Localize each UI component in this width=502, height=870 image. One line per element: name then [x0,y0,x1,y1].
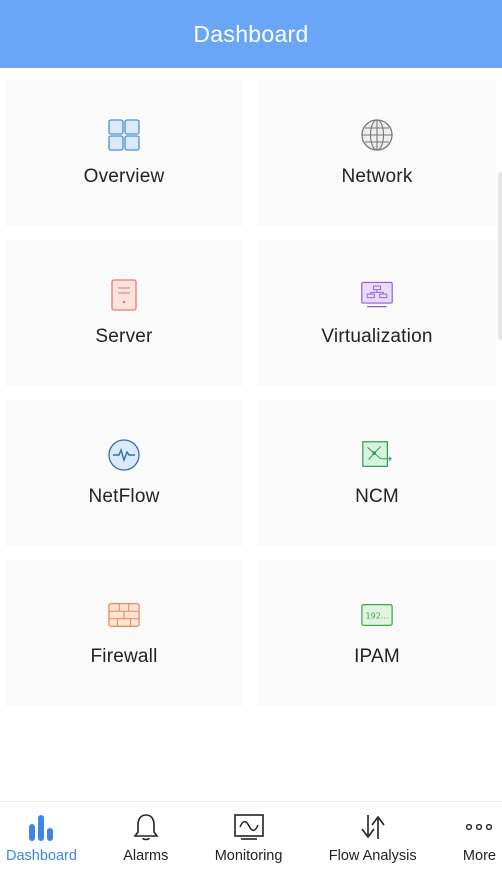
virtualization-icon [360,278,394,312]
tab-label: Flow Analysis [328,848,417,864]
tile-label: Overview [83,166,165,187]
tile-network[interactable]: Network [258,80,496,226]
tab-more[interactable]: More [463,802,496,870]
ncm-config-icon [360,438,394,472]
tab-label: Dashboard [6,848,77,864]
tile-overview[interactable]: Overview [5,80,243,226]
tab-alarms[interactable]: Alarms [123,802,168,870]
bar-chart-icon [25,812,57,842]
netflow-pulse-icon [107,438,141,472]
monitor-icon [233,812,265,842]
tile-ipam[interactable]: 192... IPAM [258,560,496,706]
page-title: Dashboard [193,20,309,47]
tile-netflow[interactable]: NetFlow [5,400,243,546]
tile-label: IPAM [354,646,400,667]
flow-arrows-icon [357,812,389,842]
tile-label: NCM [355,486,399,507]
tab-label: Alarms [123,848,169,864]
tab-label: More [462,848,496,864]
tab-monitoring[interactable]: Monitoring [214,802,283,870]
globe-icon [360,118,394,152]
ipam-icon: 192... [360,598,394,632]
module-grid: Overview Network Server Virtualization N… [5,80,497,706]
firewall-brick-icon [107,598,141,632]
tab-dashboard[interactable]: Dashboard [6,802,77,870]
overview-grid-icon [107,118,141,152]
tile-label: Network [341,166,413,187]
scrollbar[interactable] [498,172,502,340]
tile-virtualization[interactable]: Virtualization [258,240,496,386]
more-dots-icon [463,812,495,842]
ipam-icon-text: 192... [366,611,389,620]
bottom-tab-bar: Dashboard Alarms Monitoring Flow Analysi… [0,801,502,870]
tab-label: Monitoring [214,848,283,864]
tile-ncm[interactable]: NCM [258,400,496,546]
server-icon [107,278,141,312]
tile-label: NetFlow [88,486,160,507]
tile-label: Server [95,326,153,347]
app-header: Dashboard [0,0,502,68]
tile-label: Firewall [90,646,158,667]
tile-firewall[interactable]: Firewall [5,560,243,706]
tab-flow-analysis[interactable]: Flow Analysis [329,802,417,870]
tile-server[interactable]: Server [5,240,243,386]
bell-icon [130,812,162,842]
tile-label: Virtualization [321,326,433,347]
